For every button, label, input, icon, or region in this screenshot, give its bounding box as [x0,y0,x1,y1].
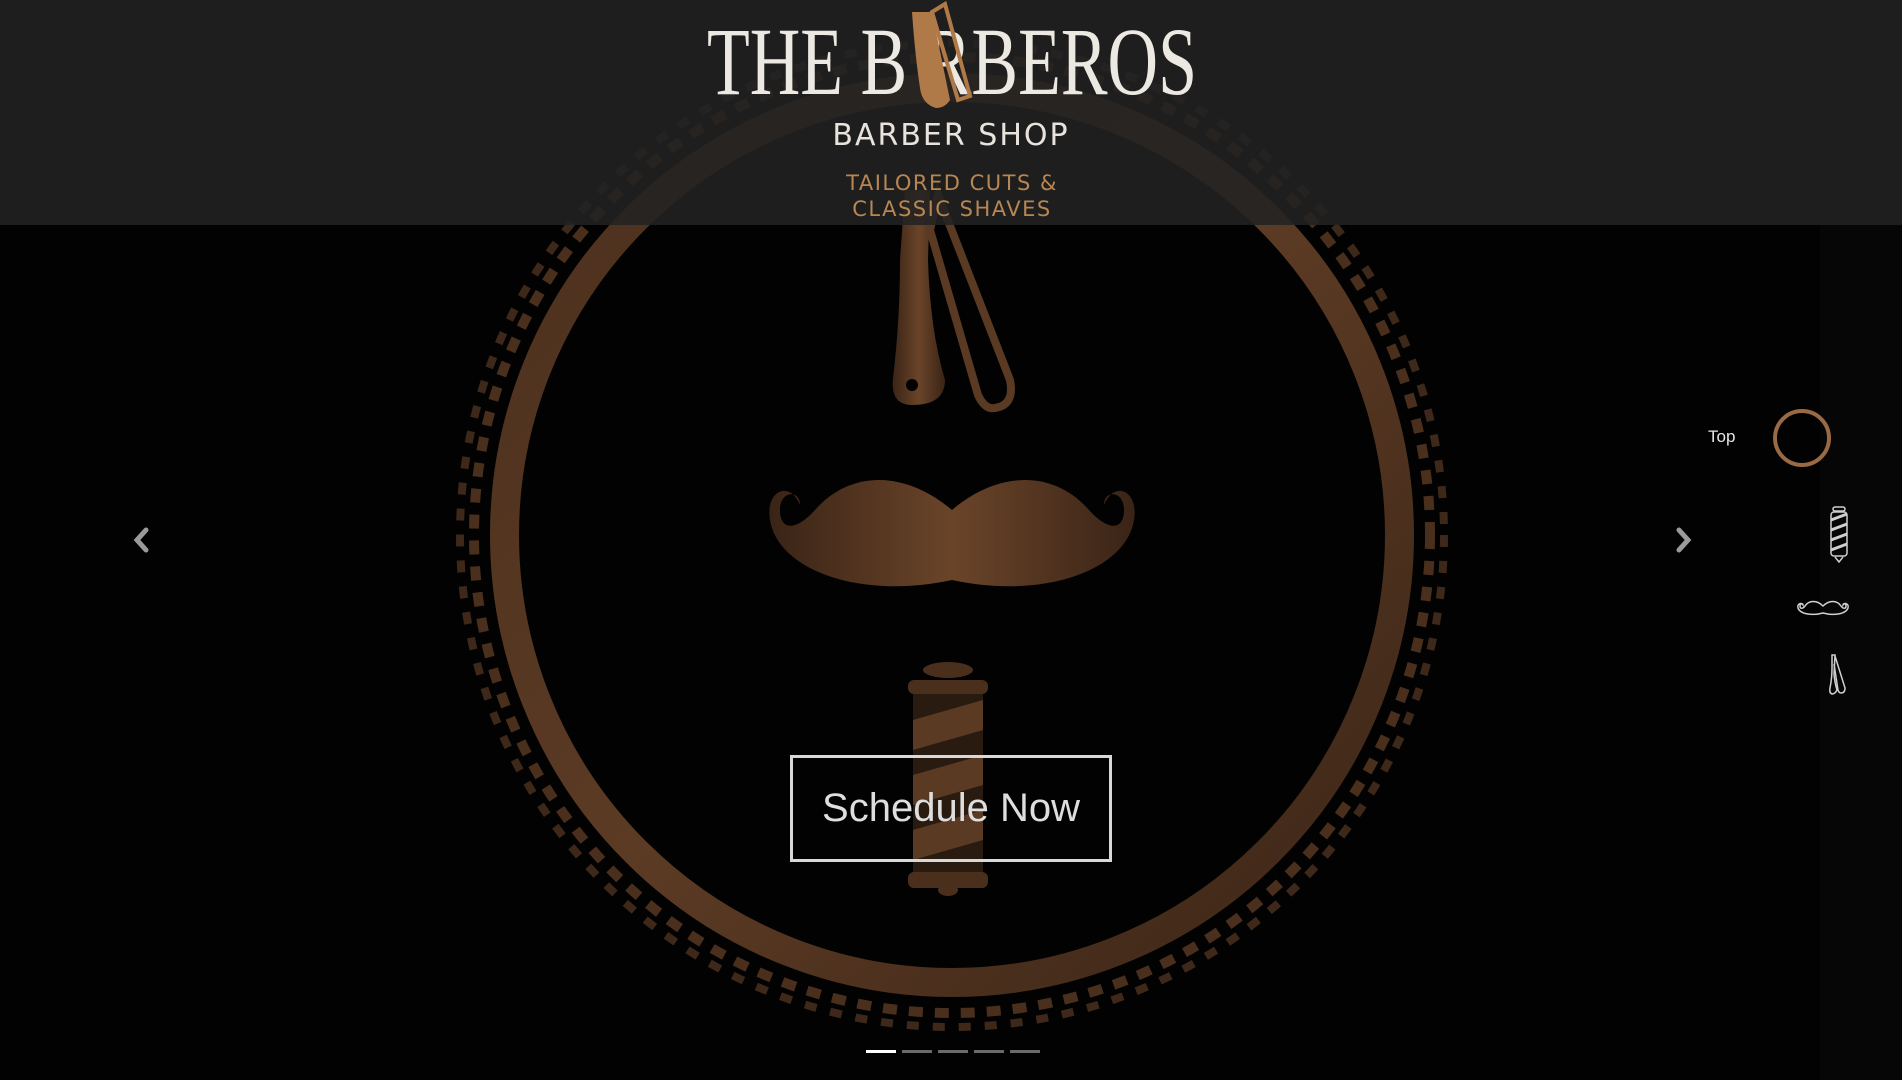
site-header: THE B RBEROS BARBER SHOP TAILORED CUTS &… [0,0,1902,225]
brand-logo[interactable]: THE B RBEROS [700,0,1205,110]
barber-pole-icon[interactable] [1824,505,1854,563]
mustache-icon[interactable] [1796,596,1850,620]
top-circle-icon[interactable] [1772,408,1832,468]
carousel-indicator-5[interactable] [1010,1050,1040,1053]
tagline-line-2: CLASSIC SHAVES [852,197,1052,221]
carousel-indicators [866,1050,1041,1056]
carousel-indicator-3[interactable] [938,1050,968,1053]
brand-subtitle: BARBER SHOP [832,118,1070,153]
chevron-right-icon [1676,527,1692,553]
carousel-next-button[interactable] [1667,520,1697,560]
razor-icon[interactable] [1824,652,1850,696]
top-nav-label: Top [1708,427,1736,446]
schedule-now-button[interactable]: Schedule Now [790,755,1112,862]
emblem-mustache [769,480,1135,587]
carousel-indicator-4[interactable] [974,1050,1004,1053]
chevron-left-icon [133,527,149,553]
carousel-indicator-1[interactable] [866,1050,896,1053]
brand-tagline: TAILORED CUTS & CLASSIC SHAVES [826,170,1078,222]
page: THE B RBEROS BARBER SHOP TAILORED CUTS &… [0,0,1902,1080]
carousel-indicator-2[interactable] [902,1050,932,1053]
carousel-prev-button[interactable] [128,520,158,560]
tagline-line-1: TAILORED CUTS & [846,171,1058,195]
